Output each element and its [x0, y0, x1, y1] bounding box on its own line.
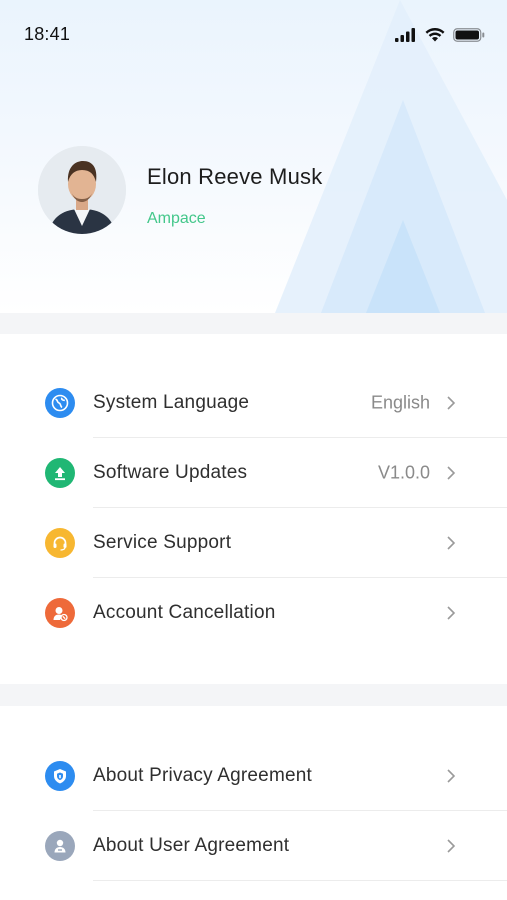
- chevron-right-icon: [447, 466, 456, 480]
- headset-icon: [45, 528, 75, 558]
- chevron-right-icon: [447, 536, 456, 550]
- chevron-right-icon: [447, 606, 456, 620]
- chevron-right-icon: [447, 396, 456, 410]
- status-bar: 18:41: [0, 0, 507, 70]
- settings-item-label: Software Updates: [93, 462, 248, 483]
- settings-item-label: Service Support: [93, 532, 232, 553]
- settings-item-label: Account Cancellation: [93, 602, 276, 623]
- about-item-label: About User Agreement: [93, 835, 290, 856]
- status-time: 18:41: [24, 24, 71, 44]
- avatar[interactable]: [38, 146, 126, 234]
- battery-icon: [453, 28, 485, 42]
- settings-item-system-language[interactable]: System Language English: [0, 368, 507, 438]
- about-card: About Privacy Agreement About User Agree…: [0, 706, 507, 900]
- settings-item-value: V1.0.0: [377, 462, 430, 483]
- shield-icon: [45, 761, 75, 791]
- profile-company: Ampace: [147, 210, 206, 227]
- wifi-icon: [425, 28, 445, 42]
- globe-icon: [45, 388, 75, 418]
- settings-item-account-cancellation[interactable]: Account Cancellation: [0, 578, 507, 648]
- about-item-user-agreement[interactable]: About User Agreement: [0, 811, 507, 881]
- settings-card: System Language English Software Updates…: [0, 334, 507, 684]
- user-remove-icon: [45, 598, 75, 628]
- profile-name: Elon Reeve Musk: [147, 164, 323, 189]
- chevron-right-icon: [447, 769, 456, 783]
- cellular-signal-icon: [395, 28, 415, 42]
- settings-item-value: English: [370, 392, 430, 413]
- avatar-image: [38, 146, 126, 234]
- about-item-label: About Privacy Agreement: [93, 765, 312, 786]
- settings-item-software-updates[interactable]: Software Updates V1.0.0: [0, 438, 507, 508]
- upload-icon: [45, 458, 75, 488]
- user-doc-icon: [45, 831, 75, 861]
- chevron-right-icon: [447, 839, 456, 853]
- settings-item-label: System Language: [93, 392, 250, 413]
- settings-item-service-support[interactable]: Service Support: [0, 508, 507, 578]
- about-item-privacy-agreement[interactable]: About Privacy Agreement: [0, 741, 507, 811]
- divider: [93, 880, 507, 881]
